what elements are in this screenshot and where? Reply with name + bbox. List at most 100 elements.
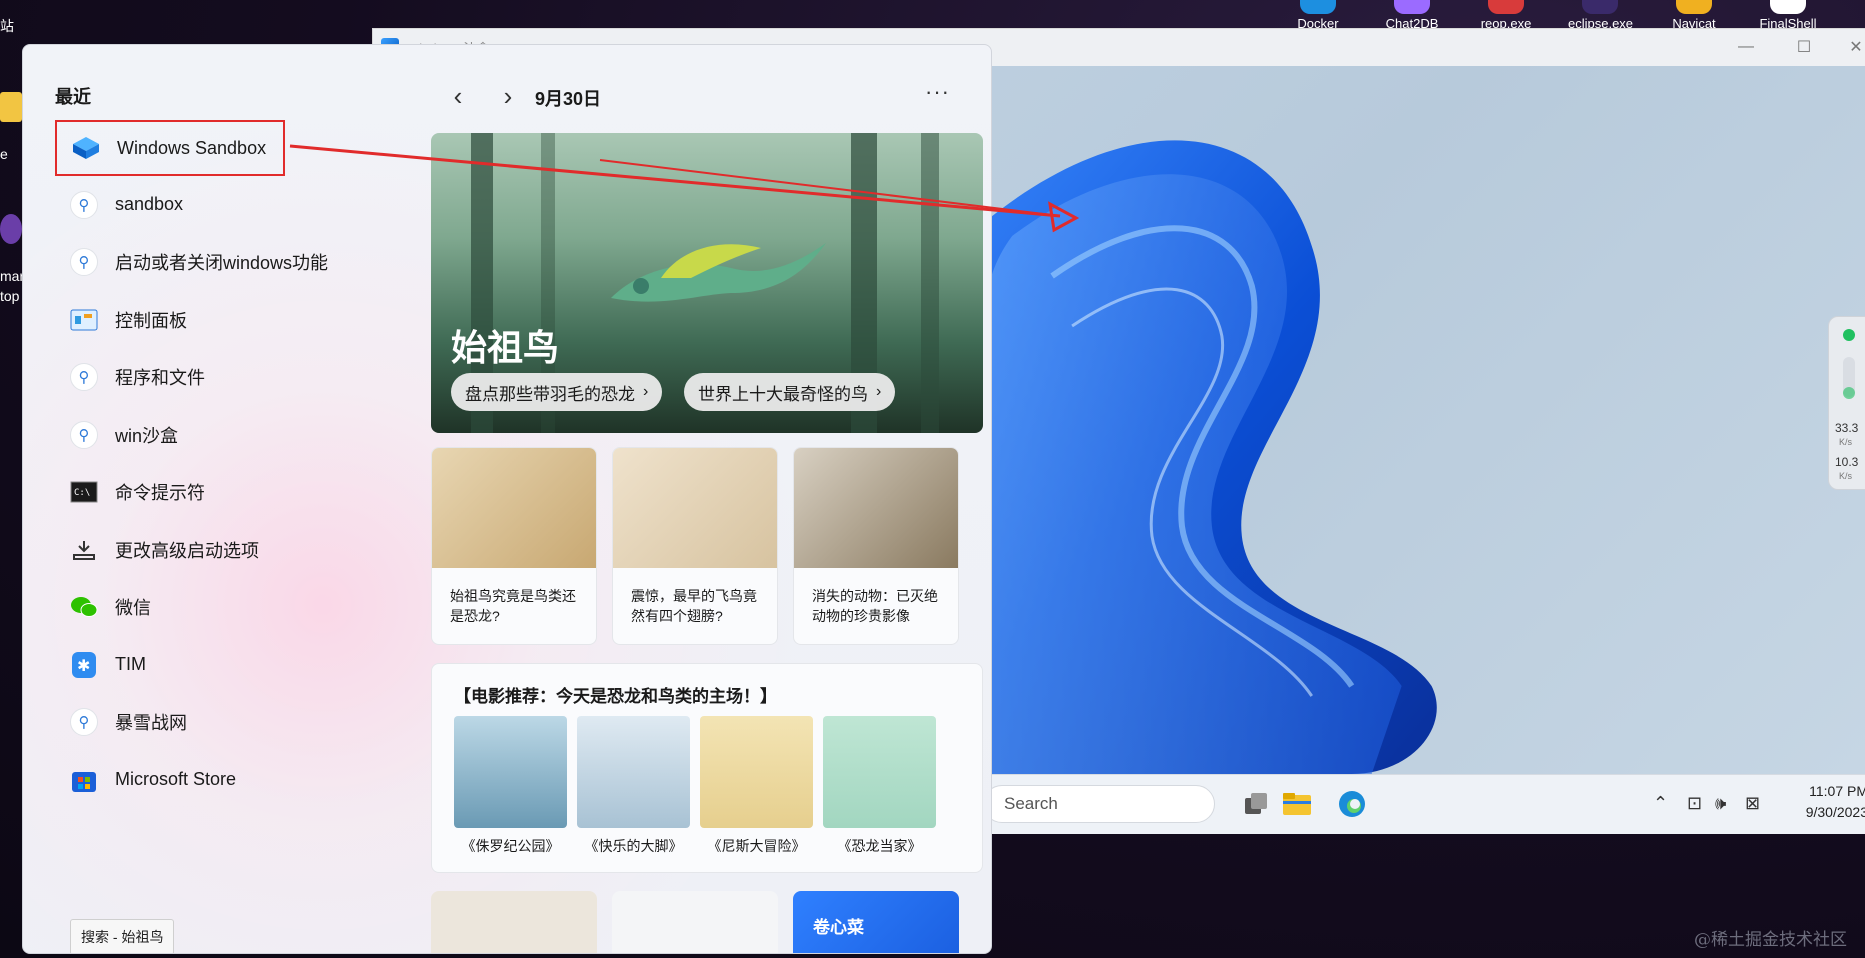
desktop-icon-label: 站 xyxy=(0,18,14,34)
download-unit: K/s xyxy=(1839,471,1853,481)
movie-title[interactable]: 《恐龙当家》 xyxy=(823,836,936,856)
desktop-shortcut[interactable]: Docker xyxy=(1290,0,1346,31)
article-card[interactable]: 消失的动物：已灭绝动物的珍贵影像 xyxy=(793,447,959,645)
recent-item[interactable]: ⚲ win沙盒 xyxy=(55,406,355,464)
minimize-button[interactable]: — xyxy=(1733,35,1759,59)
network-icon[interactable]: ⊡ xyxy=(1687,793,1702,814)
hero-link-pill[interactable]: 世界上十大最奇怪的鸟 › xyxy=(684,373,896,411)
recent-item-label: 程序和文件 xyxy=(115,368,205,389)
network-speed-widget[interactable]: 33.3 K/s 10.3 K/s xyxy=(1828,316,1865,490)
fossil-thumbnail xyxy=(613,448,777,568)
shortcut-icon xyxy=(1488,0,1524,14)
chevron-right-icon: › xyxy=(643,383,649,400)
status-dot xyxy=(1843,387,1855,399)
shortcut-icon xyxy=(1300,0,1336,14)
article-card[interactable]: 始祖鸟究竟是鸟类还是恐龙? xyxy=(431,447,597,645)
app-icon[interactable] xyxy=(0,214,22,244)
control-panel-icon xyxy=(69,305,99,335)
desktop-shortcut[interactable]: reop.exe xyxy=(1478,0,1534,31)
search-flyout: 最近 Windows Sandbox ⚲ sandbox ⚲ 启动或者关闭windows… xyxy=(22,44,992,954)
show-hidden-icons-chevron-icon[interactable]: ⌃ xyxy=(1653,793,1668,814)
recent-item[interactable]: ✱ TIM xyxy=(55,636,355,694)
battery-icon[interactable]: ⊠ xyxy=(1745,793,1760,814)
movie-poster[interactable] xyxy=(700,716,813,828)
bottom-card[interactable] xyxy=(431,891,597,953)
volume-icon[interactable]: 🕪 xyxy=(1715,793,1726,814)
bottom-card[interactable]: 卷心菜 xyxy=(793,891,959,953)
hero-pill-label: 盘点那些带羽毛的恐龙 xyxy=(465,384,635,404)
hero-title: 始祖鸟 xyxy=(451,327,560,368)
next-day-chevron-right-icon[interactable]: › xyxy=(493,81,523,111)
recent-item-label: 启动或者关闭windows功能 xyxy=(115,253,329,274)
clock-time: 11:07 PM xyxy=(1809,783,1865,799)
shortcut-icon xyxy=(1770,0,1806,14)
bottom-card-title: 卷心菜 xyxy=(813,918,864,937)
movie-poster[interactable] xyxy=(823,716,936,828)
movie-poster[interactable] xyxy=(577,716,690,828)
recent-item-label: TIM xyxy=(115,654,146,675)
advanced-startup-icon xyxy=(69,535,99,565)
taskbar-clock[interactable]: 11:07 PM 9/30/2023 xyxy=(1806,781,1865,823)
upload-speed: 33.3 xyxy=(1835,421,1859,435)
file-explorer-icon[interactable] xyxy=(1281,789,1311,819)
recent-item[interactable]: 微信 xyxy=(55,579,355,637)
archaeopteryx-illustration xyxy=(611,243,826,302)
search-icon: ⚲ xyxy=(69,362,99,392)
bottom-card[interactable] xyxy=(612,891,778,953)
close-button[interactable]: ✕ xyxy=(1843,35,1865,59)
recent-item[interactable]: ⚲ 启动或者关闭windows功能 xyxy=(55,234,355,292)
movie-section-title: 【电影推荐：今天是恐龙和鸟类的主场！】 xyxy=(454,687,777,706)
recent-heading: 最近 xyxy=(55,87,91,107)
recent-item-label: 微信 xyxy=(115,598,151,619)
recent-item[interactable]: 控制面板 xyxy=(55,291,355,349)
recent-item[interactable]: ⚲ sandbox xyxy=(55,176,355,234)
folder-icon[interactable] xyxy=(0,92,22,122)
recent-item-label: win沙盒 xyxy=(115,425,179,446)
date-label: 9月30日 xyxy=(535,89,602,109)
search-icon: ⚲ xyxy=(69,707,99,737)
recent-item[interactable]: C:\ 命令提示符 xyxy=(55,464,355,522)
recent-item[interactable]: ⚲ 暴雪战网 xyxy=(55,694,355,752)
task-view-icon[interactable] xyxy=(1241,789,1271,819)
article-card-text: 震惊，最早的飞鸟竟然有四个翅膀? xyxy=(631,588,757,624)
status-dot xyxy=(1843,329,1855,341)
movie-title[interactable]: 《快乐的大脚》 xyxy=(577,836,690,856)
shortcut-icon xyxy=(1394,0,1430,14)
recent-item-label: Microsoft Store xyxy=(115,769,237,790)
movie-title[interactable]: 《侏罗纪公园》 xyxy=(454,836,567,856)
movie-title[interactable]: 《尼斯大冒险》 xyxy=(700,836,813,856)
desktop-shortcut[interactable]: FinalShell xyxy=(1759,0,1817,31)
desktop-shortcut[interactable]: Navicat xyxy=(1666,0,1722,31)
recent-item-label: 控制面板 xyxy=(115,310,187,331)
sandbox-icon xyxy=(71,133,101,163)
desktop-shortcut[interactable]: Chat2DB xyxy=(1384,0,1440,31)
search-icon: ⚲ xyxy=(69,420,99,450)
taskbar-search-box[interactable]: Search xyxy=(983,785,1215,823)
movie-poster[interactable] xyxy=(454,716,567,828)
previous-day-chevron-left-icon[interactable]: ‹ xyxy=(443,81,473,111)
tim-icon: ✱ xyxy=(69,650,99,680)
recent-item[interactable]: ⚲ 程序和文件 xyxy=(55,349,355,407)
watermark: @稀土掘金技术社区 xyxy=(1694,930,1847,950)
recent-item[interactable]: Microsoft Store xyxy=(55,751,355,809)
terminal-icon: C:\ xyxy=(69,477,99,507)
hero-card[interactable]: 始祖鸟 盘点那些带羽毛的恐龙 › 世界上十大最奇怪的鸟 › xyxy=(431,133,983,433)
magnifier-thumbnail xyxy=(432,448,596,568)
svg-text:C:\: C:\ xyxy=(74,488,90,498)
recent-item[interactable]: 更改高级启动选项 xyxy=(55,521,355,579)
hero-link-pill[interactable]: 盘点那些带羽毛的恐龙 › xyxy=(451,373,663,411)
wechat-icon xyxy=(69,592,99,622)
desktop-icon-label: top xyxy=(0,288,20,304)
more-options-button[interactable]: ··· xyxy=(925,79,950,105)
article-card[interactable]: 震惊，最早的飞鸟竟然有四个翅膀? xyxy=(612,447,778,645)
search-icon: ⚲ xyxy=(69,190,99,220)
recent-item-label: sandbox xyxy=(115,194,184,215)
recent-item[interactable]: Windows Sandbox xyxy=(55,120,285,176)
maximize-button[interactable]: ☐ xyxy=(1791,35,1817,59)
desktop-shortcut[interactable]: eclipse.exe xyxy=(1568,0,1633,31)
edge-browser-icon[interactable] xyxy=(1337,789,1367,819)
movie-recommendations: 【电影推荐：今天是恐龙和鸟类的主场！】 《侏罗纪公园》 《快乐的大脚》 《尼斯大… xyxy=(431,663,983,873)
search-icon: ⚲ xyxy=(69,247,99,277)
svg-text:✱: ✱ xyxy=(77,656,90,675)
upload-unit: K/s xyxy=(1839,437,1853,447)
